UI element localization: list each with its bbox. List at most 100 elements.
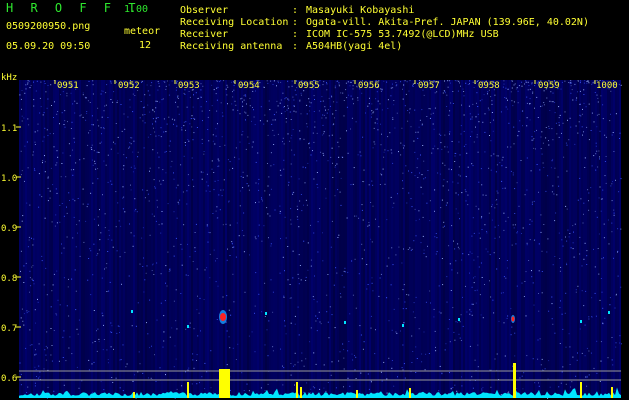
noise-speck <box>47 135 49 136</box>
noise-speck <box>309 105 311 107</box>
noise-speck <box>159 180 160 182</box>
noise-speck <box>173 300 175 302</box>
noise-speck <box>433 316 435 318</box>
noise-stripe <box>167 80 169 398</box>
noise-speck <box>545 137 547 139</box>
noise-speck <box>457 321 459 323</box>
noise-speck <box>316 160 318 162</box>
noise-speck <box>211 84 213 86</box>
noise-speck <box>284 216 286 218</box>
noise-speck <box>326 311 328 313</box>
noise-speck <box>288 181 290 183</box>
noise-speck <box>515 243 517 245</box>
noise-speck <box>386 265 388 267</box>
noise-speck <box>89 130 91 131</box>
noise-speck <box>566 208 568 210</box>
noise-speck <box>98 152 100 153</box>
noise-speck <box>422 235 424 237</box>
noise-speck <box>611 134 613 136</box>
noise-speck <box>155 220 157 222</box>
noise-speck <box>59 123 60 125</box>
noise-speck <box>597 97 599 99</box>
noise-speck <box>572 225 574 227</box>
noise-speck <box>45 359 47 361</box>
noise-speck <box>583 305 585 307</box>
noise-speck <box>146 189 148 191</box>
noise-speck <box>264 190 266 192</box>
noise-speck <box>21 220 23 222</box>
noise-stripe <box>567 80 569 398</box>
noise-stripe <box>387 80 389 398</box>
noise-speck <box>327 321 329 323</box>
noise-speck <box>214 143 216 145</box>
noise-speck <box>150 85 152 87</box>
noise-speck <box>451 169 452 171</box>
noise-speck <box>302 166 304 168</box>
noise-speck <box>268 320 270 322</box>
noise-stripe <box>465 80 467 398</box>
noise-stripe <box>561 80 563 398</box>
noise-speck <box>277 105 279 107</box>
noise-speck <box>37 298 38 300</box>
noise-speck <box>471 314 473 316</box>
noise-speck <box>421 109 423 111</box>
noise-speck <box>390 196 392 198</box>
noise-speck <box>494 358 496 360</box>
noise-speck <box>573 231 574 233</box>
noise-speck <box>514 213 516 214</box>
noise-speck <box>481 277 483 278</box>
noise-speck <box>497 155 499 157</box>
noise-speck <box>264 344 266 346</box>
noise-speck <box>130 184 131 186</box>
noise-speck <box>465 285 466 287</box>
noise-speck <box>599 299 601 301</box>
noise-speck <box>23 313 25 315</box>
noise-speck <box>226 295 228 297</box>
noise-speck <box>534 85 536 87</box>
noise-speck <box>260 387 262 389</box>
noise-speck <box>480 168 482 170</box>
noise-speck <box>315 315 317 317</box>
noise-speck <box>158 82 160 84</box>
noise-speck <box>94 163 96 165</box>
noise-speck <box>19 94 21 96</box>
noise-speck <box>412 311 414 313</box>
noise-speck <box>527 89 529 91</box>
noise-speck <box>591 297 593 299</box>
noise-speck <box>333 284 335 286</box>
noise-speck <box>284 111 286 113</box>
noise-speck <box>227 248 228 250</box>
noise-speck <box>455 260 457 262</box>
noise-speck <box>507 146 509 148</box>
noise-speck <box>574 223 576 225</box>
noise-speck <box>61 163 63 164</box>
noise-speck <box>570 126 572 128</box>
noise-speck <box>165 172 167 174</box>
noise-speck <box>570 81 572 83</box>
noise-speck <box>98 341 100 343</box>
noise-speck <box>198 312 200 314</box>
noise-speck <box>598 197 600 199</box>
noise-speck <box>101 141 102 143</box>
noise-speck <box>227 86 229 88</box>
noise-stripe <box>141 80 143 398</box>
noise-speck <box>212 134 214 136</box>
noise-speck <box>187 139 189 140</box>
noise-speck <box>386 81 388 83</box>
noise-speck <box>149 347 150 349</box>
noise-speck <box>433 128 435 130</box>
noise-speck <box>551 296 553 298</box>
noise-speck <box>285 97 287 99</box>
noise-speck <box>92 342 94 344</box>
noise-speck <box>360 334 362 336</box>
noise-speck <box>143 257 144 259</box>
noise-speck <box>294 364 296 366</box>
noise-speck <box>255 182 257 184</box>
noise-stripe <box>261 80 263 398</box>
noise-speck <box>99 209 100 211</box>
noise-speck <box>290 219 292 221</box>
noise-speck <box>66 212 68 214</box>
noise-speck <box>21 170 23 172</box>
noise-speck <box>591 316 592 318</box>
noise-speck <box>21 108 22 110</box>
